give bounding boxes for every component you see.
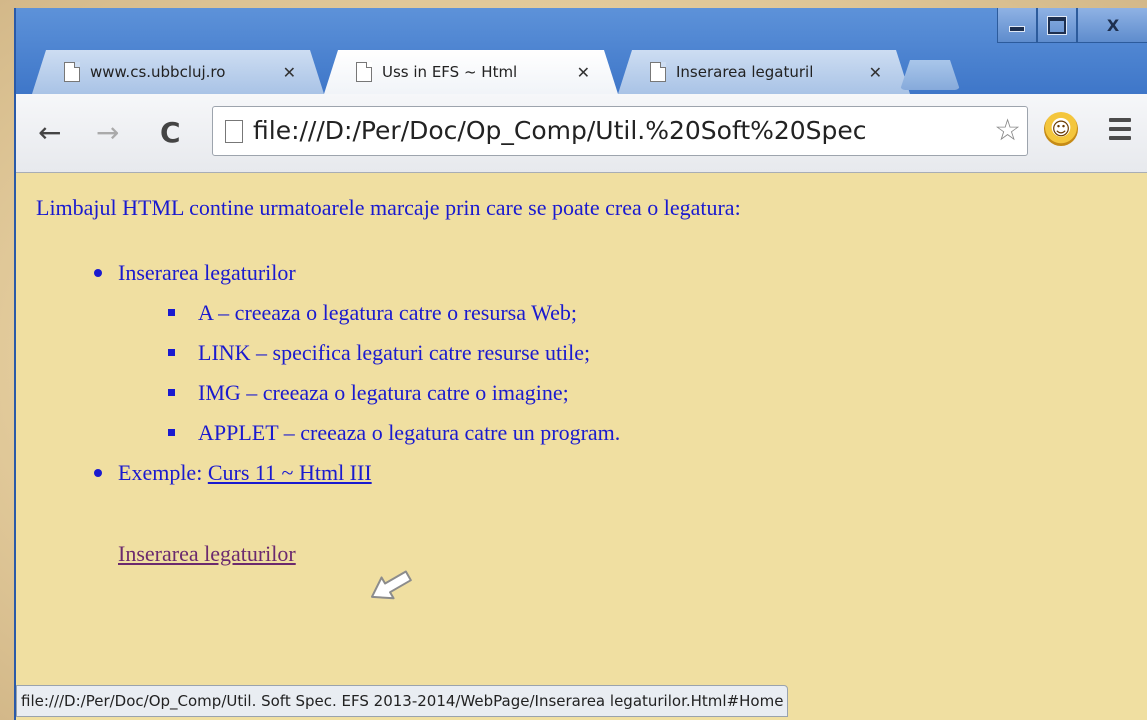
tab-title: Inserarea legaturil xyxy=(676,63,814,81)
tab-cs-ubbcluj[interactable]: www.cs.ubbcluj.ro ✕ xyxy=(32,50,324,94)
pointer-cursor-icon xyxy=(370,570,412,600)
address-bar[interactable]: file:///D:/Per/Doc/Op_Comp/Util.%20Soft%… xyxy=(212,106,1028,156)
title-bar: X www.cs.ubbcluj.ro ✕ Inserarea legaturi… xyxy=(16,8,1147,92)
close-icon: X xyxy=(1106,15,1120,35)
sub-list-item: APPLET – creeaza o legatura catre un pro… xyxy=(167,413,620,453)
menu-bar-icon xyxy=(1109,118,1131,122)
close-button[interactable]: X xyxy=(1077,8,1147,43)
sub-list-item: LINK – specifica legaturi catre resurse … xyxy=(167,333,620,373)
status-bar: file:///D:/Per/Doc/Op_Comp/Util. Soft Sp… xyxy=(16,685,789,717)
menu-bar-icon xyxy=(1109,127,1131,131)
main-list: Inserarea legaturilor A – creeaza o lega… xyxy=(94,253,620,493)
sub-list: A – creeaza o legatura catre o resursa W… xyxy=(118,293,620,453)
minimize-icon xyxy=(1009,26,1025,32)
back-button[interactable]: ← xyxy=(38,116,61,149)
maximize-icon xyxy=(1048,16,1066,34)
file-icon xyxy=(225,120,243,143)
toolbar: ← → C file:///D:/Per/Doc/Op_Comp/Util.%2… xyxy=(16,94,1147,173)
list-item: Exemple: Curs 11 ~ Html III xyxy=(94,453,620,493)
page-content: Limbajul HTML contine urmatoarele marcaj… xyxy=(16,173,1147,720)
sub-list-item: IMG – creeaza o legatura catre o imagine… xyxy=(167,373,620,413)
new-tab-button[interactable] xyxy=(900,60,960,90)
browser-window: X www.cs.ubbcluj.ro ✕ Inserarea legaturi… xyxy=(14,8,1147,720)
sub-list-item: A – creeaza o legatura catre o resursa W… xyxy=(167,293,620,333)
forward-button[interactable]: → xyxy=(96,116,119,149)
reload-button[interactable]: C xyxy=(160,116,181,149)
tab-title: Uss in EFS ~ Html xyxy=(382,63,518,81)
list-item-label: Exemple: xyxy=(118,460,208,485)
minimize-button[interactable] xyxy=(997,8,1037,43)
list-item-label: Inserarea legaturilor xyxy=(118,260,296,285)
bookmark-star-icon[interactable]: ☆ xyxy=(990,113,1021,148)
tab-uss-in-efs[interactable]: Uss in EFS ~ Html ✕ xyxy=(324,50,618,94)
page-icon xyxy=(650,62,666,82)
menu-bar-icon xyxy=(1109,136,1131,140)
list-item: Inserarea legaturilor A – creeaza o lega… xyxy=(94,253,620,453)
inserarea-legaturilor-link[interactable]: Inserarea legaturilor xyxy=(118,541,296,567)
alarm-clock-extension-icon[interactable]: ☺ xyxy=(1044,112,1078,146)
window-controls: X xyxy=(997,8,1147,44)
url-text[interactable]: file:///D:/Per/Doc/Op_Comp/Util.%20Soft%… xyxy=(253,116,867,145)
menu-button[interactable] xyxy=(1109,118,1131,145)
tab-title: www.cs.ubbcluj.ro xyxy=(90,63,226,81)
page-icon xyxy=(356,62,372,82)
maximize-button[interactable] xyxy=(1037,8,1077,43)
page-icon xyxy=(64,62,80,82)
tab-close-icon[interactable]: ✕ xyxy=(283,63,296,82)
tab-inserarea-legaturilor[interactable]: Inserarea legaturil ✕ xyxy=(618,50,910,94)
curs-11-link[interactable]: Curs 11 ~ Html III xyxy=(208,460,372,485)
tab-close-icon[interactable]: ✕ xyxy=(577,63,590,82)
intro-text: Limbajul HTML contine urmatoarele marcaj… xyxy=(36,195,741,220)
tab-close-icon[interactable]: ✕ xyxy=(869,63,882,82)
